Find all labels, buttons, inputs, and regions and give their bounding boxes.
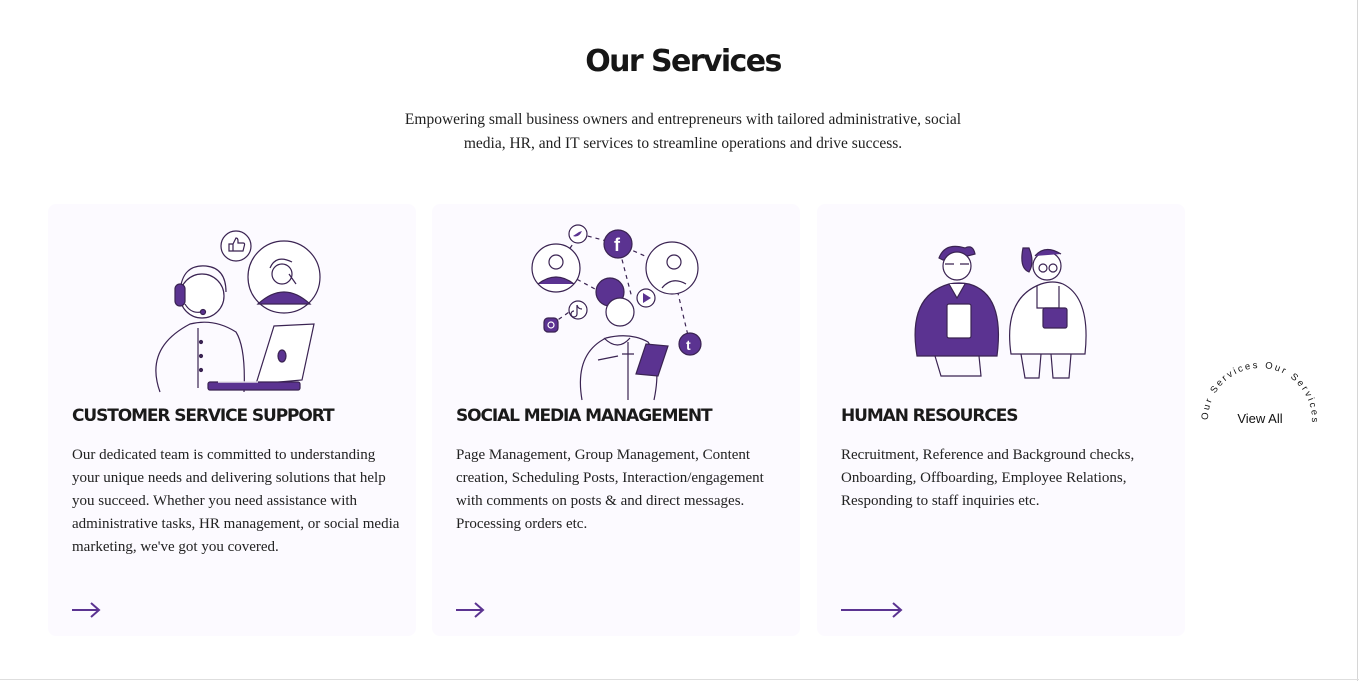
social-media-illustration: f t <box>531 224 702 401</box>
card-title: SOCIAL MEDIA MANAGEMENT <box>456 406 713 426</box>
card-title: HUMAN RESOURCES <box>841 406 1018 426</box>
view-all-label: View All <box>1237 411 1283 426</box>
section-title: Our Services <box>585 44 782 79</box>
page-edge-rule <box>1357 0 1358 681</box>
svg-text:t: t <box>686 337 691 353</box>
card-description: Our dedicated team is committed to under… <box>72 447 400 555</box>
service-card-social-media: f t SOCIAL MEDIA MANAGEMENT Page Managem… <box>432 204 800 636</box>
svg-text:f: f <box>614 235 621 255</box>
arrow-right-icon[interactable] <box>70 600 102 620</box>
card-description: Page Management, Group Management, Conte… <box>456 447 764 532</box>
card-description: Recruitment, Reference and Background ch… <box>841 447 1135 509</box>
customer-support-illustration <box>155 230 321 393</box>
arrow-right-icon[interactable] <box>454 600 486 620</box>
view-all-button[interactable]: Our Services Our Services View All <box>1196 356 1324 484</box>
arrow-right-long-icon[interactable] <box>839 600 905 620</box>
section-bottom-rule <box>0 679 1359 680</box>
service-card-human-resources: HUMAN RESOURCES Recruitment, Reference a… <box>817 204 1185 636</box>
service-card-customer-service: CUSTOMER SERVICE SUPPORT Our dedicated t… <box>48 204 416 636</box>
card-title: CUSTOMER SERVICE SUPPORT <box>72 406 335 426</box>
section-subtitle: Empowering small business owners and ent… <box>404 111 962 152</box>
human-resources-illustration <box>914 245 1087 379</box>
